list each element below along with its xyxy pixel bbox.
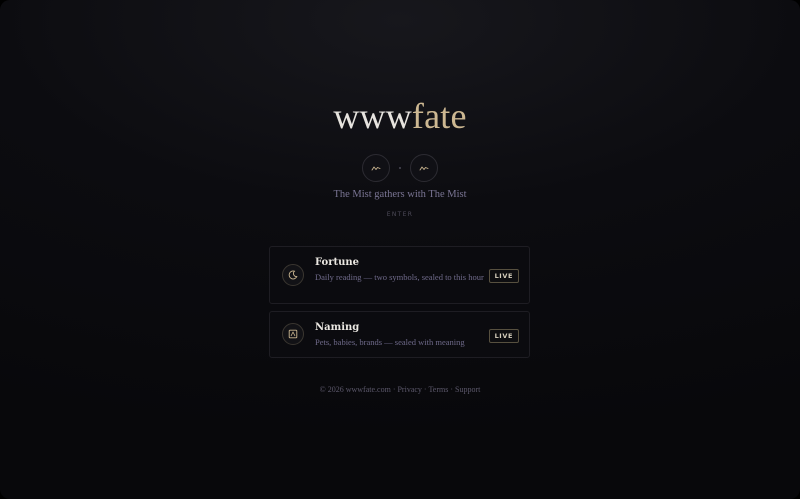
squiggle-icon [371, 166, 381, 171]
footer-separator: · [448, 385, 456, 394]
squiggle-icon [419, 166, 429, 171]
naming-card[interactable]: Naming Pets, babies, brands — sealed wit… [269, 311, 530, 358]
card-title: Naming [315, 322, 360, 333]
tagline: The Mist gathers with The Mist [333, 189, 467, 200]
footer-link-privacy[interactable]: Privacy [397, 385, 421, 394]
card-description: Daily reading — two symbols, sealed to t… [315, 272, 484, 282]
fortune-card[interactable]: Fortune Daily reading — two symbols, sea… [269, 246, 530, 304]
footer: © 2026 wwwfate.com · Privacy · Terms · S… [0, 385, 800, 395]
moon-icon [288, 270, 298, 280]
footer-link-support[interactable]: Support [455, 385, 480, 394]
fortune-icon-badge [282, 264, 304, 286]
footer-link-terms[interactable]: Terms [428, 385, 448, 394]
live-badge: LIVE [488, 329, 519, 343]
naming-icon-badge [282, 323, 304, 345]
name-tag-icon [288, 329, 298, 339]
symbol-slot-2 [410, 154, 438, 182]
live-badge: LIVE [488, 269, 519, 283]
enter-button[interactable]: ENTER [0, 210, 800, 220]
brand-prefix: www [333, 96, 412, 136]
footer-copyright: © 2026 wwwfate.com [319, 385, 391, 394]
symbol-slot-1 [362, 154, 390, 182]
symbol-pair [0, 154, 800, 182]
brand-accent: fate [411, 96, 467, 136]
card-title: Fortune [315, 257, 360, 268]
symbol-separator [399, 167, 401, 169]
brand-wordmark: wwwfate [0, 92, 800, 140]
landing-screen: wwwfate The Mist gathers with The Mist E… [0, 0, 800, 499]
card-description: Pets, babies, brands — sealed with meani… [315, 337, 465, 347]
